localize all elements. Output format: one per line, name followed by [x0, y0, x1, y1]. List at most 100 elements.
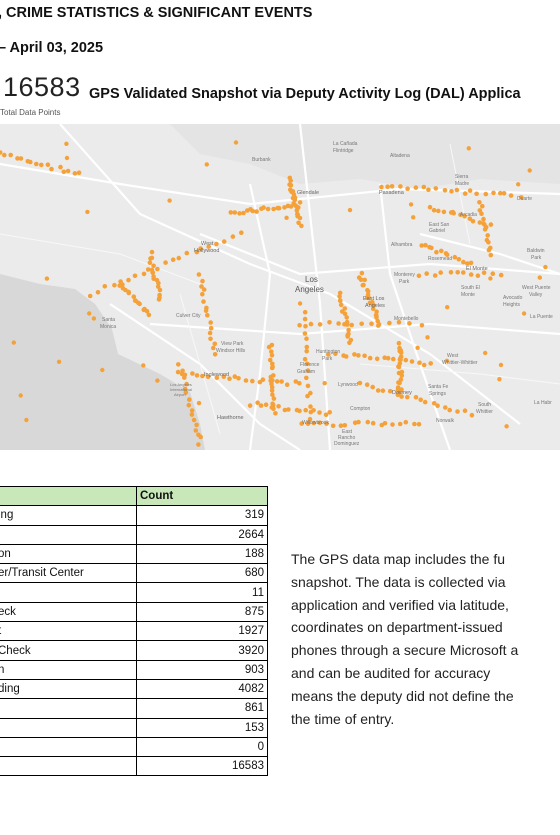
label-madre: Madre — [455, 181, 469, 187]
row-count: 861 — [136, 698, 268, 719]
table-row: 861 — [0, 698, 268, 719]
gps-point — [439, 248, 444, 254]
gps-point — [233, 140, 239, 145]
gps-point — [304, 336, 309, 341]
label-lax-3: Airport — [174, 392, 187, 397]
gps-point — [342, 423, 348, 428]
gps-point — [297, 215, 303, 221]
gps-point — [201, 299, 206, 304]
label-el-monte: El Monte — [466, 266, 488, 272]
gps-point — [293, 203, 298, 208]
label-monica: Monica — [100, 324, 116, 330]
gps-point — [365, 419, 371, 425]
gps-point — [269, 353, 275, 358]
gps-point — [273, 411, 278, 416]
label-angeles: Angeles — [295, 285, 324, 294]
label-east-angeles: Angeles — [365, 303, 385, 309]
gps-point — [230, 234, 236, 239]
gps-point — [311, 408, 316, 413]
gps-point — [241, 210, 246, 216]
gps-point — [305, 393, 310, 399]
paragraph-line: the time of entry. — [291, 710, 395, 727]
gps-point — [343, 354, 349, 359]
gps-point — [302, 309, 308, 315]
table-row: 153 — [0, 717, 268, 738]
label-sierra: Sierra — [455, 174, 469, 180]
gps-point — [397, 421, 403, 427]
gps-point — [237, 211, 242, 216]
gps-point — [450, 209, 456, 215]
gps-map: Burbank La Cañada Flintridge Altadena Gl… — [0, 124, 560, 450]
gps-point — [58, 164, 63, 170]
gps-point — [516, 182, 521, 187]
gps-point — [474, 191, 479, 197]
gps-point — [409, 359, 415, 364]
gps-point — [419, 323, 425, 328]
gps-point — [432, 273, 438, 278]
label-florence: Florence — [300, 362, 320, 368]
gps-point — [501, 191, 507, 196]
label-monterey-park: Park — [399, 279, 410, 285]
gps-point — [64, 141, 69, 146]
gps-point — [288, 204, 294, 209]
row-label: er/Transit Center — [0, 563, 137, 584]
label-montebello: Montebello — [394, 316, 419, 322]
table-row: Check 3920 — [0, 640, 268, 661]
gps-point — [196, 442, 201, 447]
label-baldwin: Baldwin — [527, 248, 545, 254]
row-label: t — [0, 621, 137, 642]
gps-point — [488, 252, 494, 258]
gps-point — [196, 272, 202, 277]
row-count-total: 16583 — [136, 756, 268, 777]
gps-point — [359, 321, 365, 327]
gps-point — [345, 334, 351, 339]
table-row: n903 — [0, 659, 268, 680]
gps-point — [421, 184, 427, 190]
gps-point — [297, 200, 303, 205]
label-la-canada: La Cañada — [333, 141, 358, 147]
gps-description-paragraph: The GPS data map includes the fu snapsho… — [291, 548, 560, 730]
gps-point — [208, 320, 213, 325]
gps-point — [391, 356, 396, 362]
gps-point — [337, 294, 342, 299]
gps-point — [415, 345, 420, 350]
gps-point — [416, 273, 422, 279]
gps-point — [498, 362, 504, 368]
row-count: 0 — [136, 736, 268, 758]
gps-point — [447, 407, 453, 413]
gps-point — [338, 423, 344, 429]
gps-point — [380, 388, 386, 394]
gps-point — [87, 311, 92, 316]
gps-point — [232, 210, 238, 215]
gps-point — [490, 271, 496, 276]
gps-point — [263, 402, 269, 408]
gps-point — [286, 407, 291, 412]
gps-point — [274, 379, 280, 384]
label-dominguez: Dominguez — [334, 441, 360, 447]
row-label — [0, 698, 137, 719]
gps-point — [455, 409, 460, 414]
label-huntington-park: Park — [322, 356, 333, 362]
gps-point — [201, 287, 207, 292]
gps-point — [470, 219, 476, 224]
gps-point — [18, 156, 24, 161]
gps-point — [369, 321, 374, 327]
gps-point — [211, 345, 216, 351]
gps-point — [421, 362, 427, 368]
gps-point — [155, 378, 160, 383]
row-count: 1927 — [136, 621, 268, 642]
table-row: 2664 — [0, 524, 268, 545]
gps-point — [265, 206, 271, 212]
gps-point — [374, 356, 380, 362]
gps-point — [45, 162, 51, 167]
label-hollywood: Hollywood — [194, 248, 219, 254]
gps-point — [399, 373, 405, 378]
gps-point — [398, 350, 404, 355]
gps-point — [102, 284, 108, 289]
gps-point — [149, 255, 155, 261]
gps-point — [190, 371, 195, 376]
table-header-count: Count — [136, 485, 268, 507]
gps-point — [303, 407, 309, 413]
gps-point — [11, 340, 16, 345]
gps-point — [367, 355, 373, 361]
